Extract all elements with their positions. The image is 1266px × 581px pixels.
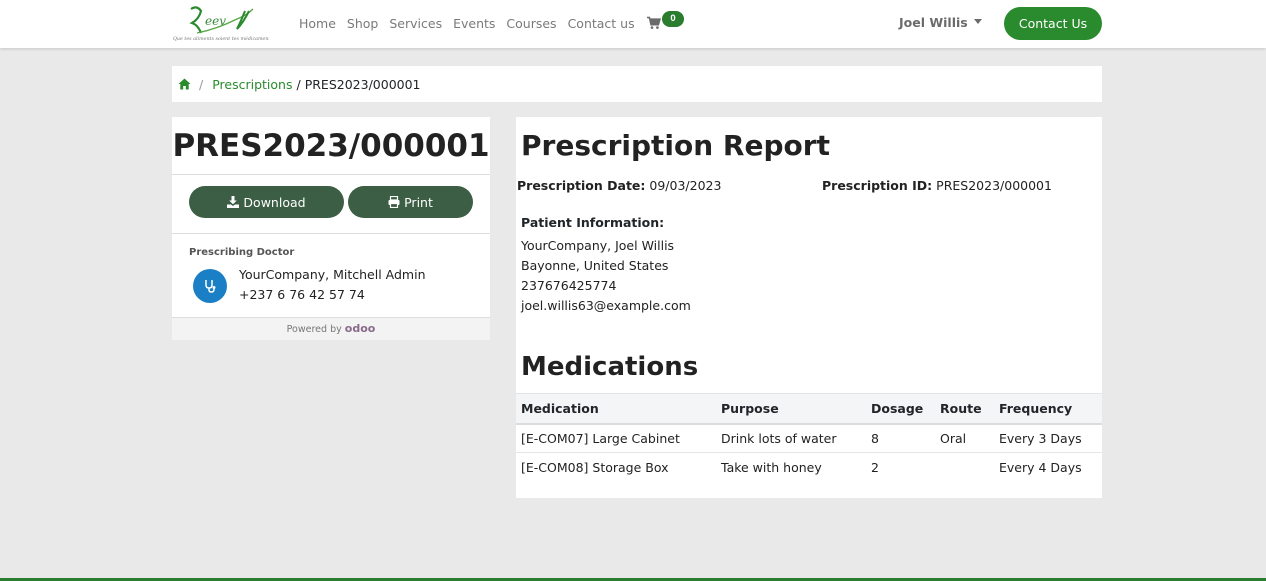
medications-title: Medications — [521, 352, 699, 382]
column-header: Frequency — [994, 393, 1102, 425]
frequency-cell: Every 4 Days — [999, 459, 1082, 475]
purpose-cell: Drink lots of water — [716, 423, 866, 453]
powered-by-footer: Powered by odoo — [172, 317, 490, 340]
print-label: Print — [404, 194, 433, 210]
purpose-cell: Take with honey — [721, 459, 822, 475]
prescription-id-label: Prescription ID: — [822, 178, 933, 193]
dosage-cell: 8 — [866, 423, 935, 453]
doctor-phone: +237 6 76 42 57 74 — [239, 287, 365, 302]
route-cell — [935, 453, 994, 482]
download-label: Download — [243, 194, 306, 210]
breadcrumb: / Prescriptions / PRES2023/000001 — [172, 66, 1102, 102]
print-button[interactable]: Print — [348, 186, 473, 218]
prescription-id-value: PRES2023/000001 — [936, 178, 1052, 193]
nav-courses[interactable]: Courses — [506, 16, 556, 31]
prescribing-doctor-label: Prescribing Doctor — [189, 247, 295, 258]
patient-address: Bayonne, United States — [521, 258, 669, 273]
caret-down-icon — [973, 19, 982, 24]
cart-button[interactable]: 0 — [647, 11, 687, 34]
prescription-date-value: 09/03/2023 — [649, 178, 722, 193]
medications-table: Medication Purpose Dosage Route Frequenc… — [516, 393, 1102, 482]
svg-text:eev: eev — [205, 14, 226, 28]
main-nav: Home Shop Services Events Courses Contac… — [299, 16, 646, 31]
user-menu[interactable]: Joel Willis — [899, 15, 982, 30]
doctor-name: YourCompany, Mitchell Admin — [239, 267, 426, 282]
odoo-logo[interactable]: odoo — [345, 322, 376, 335]
navbar: eev Que tes aliments soient tes médicame… — [0, 0, 1266, 48]
cart-icon — [647, 16, 661, 29]
route-cell: Oral — [935, 423, 994, 453]
medication-cell: [E-COM08] Storage Box — [521, 459, 669, 475]
nav-services[interactable]: Services — [389, 16, 442, 31]
prescription-report: Prescription Report Prescription Date: 0… — [516, 117, 1102, 498]
column-header: Route — [935, 393, 994, 425]
patient-name: YourCompany, Joel Willis — [521, 238, 675, 253]
breadcrumb-separator: / — [296, 76, 301, 92]
download-icon — [227, 196, 240, 208]
breadcrumb-separator: / — [199, 76, 204, 92]
patient-info-label: Patient Information: — [521, 215, 665, 230]
prescription-side-card: PRES2023/000001 Download Print Prescribi… — [172, 117, 490, 340]
prescription-id: Prescription ID: PRES2023/000001 — [822, 178, 1052, 193]
dosage-cell: 2 — [871, 459, 879, 475]
table-row: [E-COM07] Large Cabinet Drink lots of wa… — [516, 423, 1102, 453]
breadcrumb-current: PRES2023/000001 — [304, 76, 421, 92]
prescription-date-label: Prescription Date: — [517, 178, 646, 193]
column-header: Medication — [516, 393, 716, 425]
nav-events[interactable]: Events — [453, 16, 495, 31]
nav-shop[interactable]: Shop — [347, 16, 378, 31]
user-name: Joel Willis — [899, 15, 968, 30]
doctor-avatar — [193, 269, 227, 303]
frequency-cell: Every 3 Days — [994, 423, 1102, 453]
logo-graphic: eev Que tes aliments soient tes médicame… — [173, 6, 269, 42]
medication-cell: [E-COM07] Large Cabinet — [516, 423, 716, 453]
prescription-number-title: PRES2023/000001 — [172, 117, 490, 175]
table-header-row: Medication Purpose Dosage Route Frequenc… — [516, 393, 1102, 425]
site-logo[interactable]: eev Que tes aliments soient tes médicame… — [171, 5, 269, 43]
contact-us-button[interactable]: Contact Us — [1004, 7, 1102, 40]
stethoscope-icon — [205, 280, 216, 293]
download-button[interactable]: Download — [189, 186, 344, 218]
patient-phone: 237676425774 — [521, 278, 617, 293]
prescribing-doctor-section: Prescribing Doctor YourCompany, Mitchell… — [172, 233, 490, 317]
patient-email: joel.willis63@example.com — [521, 298, 691, 313]
table-row: [E-COM08] Storage Box Take with honey 2 … — [516, 453, 1102, 482]
print-icon — [388, 196, 400, 208]
svg-text:Que tes aliments soient tes mé: Que tes aliments soient tes médicaments — [173, 35, 269, 42]
nav-home[interactable]: Home — [299, 16, 336, 31]
breadcrumb-prescriptions-link[interactable]: Prescriptions — [212, 77, 292, 92]
report-title: Prescription Report — [521, 129, 830, 162]
powered-by-label: Powered by — [286, 324, 342, 335]
column-header: Dosage — [866, 393, 935, 425]
cart-count-badge: 0 — [662, 11, 684, 27]
column-header: Purpose — [716, 393, 866, 425]
prescription-date: Prescription Date: 09/03/2023 — [517, 178, 721, 193]
nav-contact-us[interactable]: Contact us — [568, 16, 635, 31]
action-buttons: Download Print — [189, 186, 473, 218]
home-icon[interactable] — [178, 78, 191, 90]
